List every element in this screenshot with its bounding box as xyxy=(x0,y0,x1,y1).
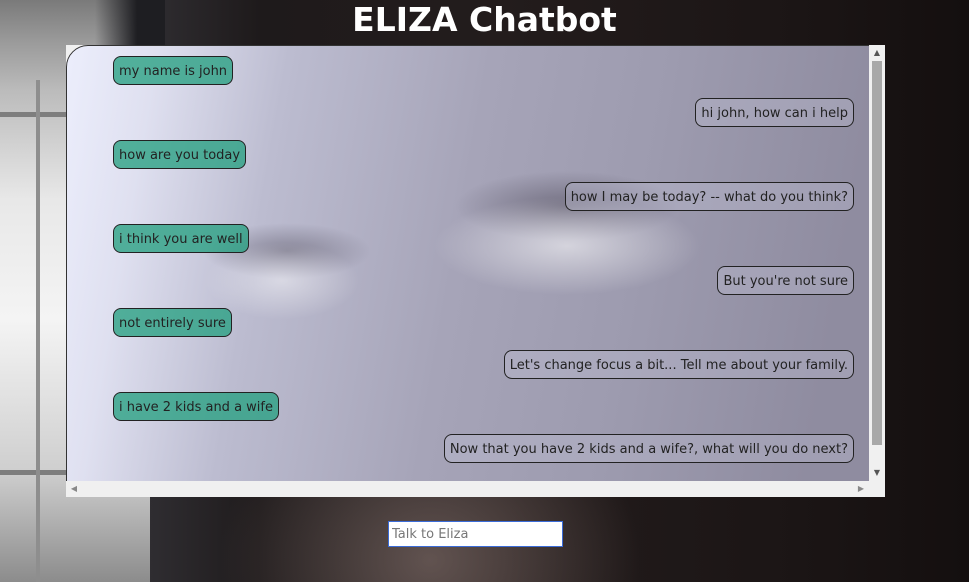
user-message: not entirely sure xyxy=(113,308,232,337)
user-message: i think you are well xyxy=(113,224,249,253)
page-title: ELIZA Chatbot xyxy=(352,0,617,39)
bot-message: Let's change focus a bit... Tell me abou… xyxy=(503,350,854,379)
scrollbar-corner xyxy=(869,481,885,497)
bot-message: But you're not sure xyxy=(717,266,854,295)
scroll-down-arrow-icon[interactable]: ▼ xyxy=(869,465,885,481)
scroll-right-arrow-icon[interactable]: ▶ xyxy=(853,481,869,497)
vertical-scrollbar[interactable]: ▲ ▼ xyxy=(869,45,885,481)
background-window-frame xyxy=(36,80,40,582)
bot-message: hi john, how can i help xyxy=(695,98,854,127)
bot-message: Now that you have 2 kids and a wife?, wh… xyxy=(443,434,854,463)
chat-log: my name is john hi john, how can i help … xyxy=(66,45,871,483)
vertical-scrollbar-thumb[interactable] xyxy=(872,61,882,445)
user-message: how are you today xyxy=(113,140,247,169)
horizontal-scrollbar[interactable]: ◀ ▶ xyxy=(66,481,869,497)
scroll-left-arrow-icon[interactable]: ◀ xyxy=(66,481,82,497)
chat-input[interactable] xyxy=(388,521,563,547)
user-message: i have 2 kids and a wife xyxy=(113,392,279,421)
user-message: my name is john xyxy=(113,56,234,85)
scroll-up-arrow-icon[interactable]: ▲ xyxy=(869,45,885,61)
bot-message: how I may be today? -- what do you think… xyxy=(564,182,854,211)
chat-window: my name is john hi john, how can i help … xyxy=(66,45,885,497)
